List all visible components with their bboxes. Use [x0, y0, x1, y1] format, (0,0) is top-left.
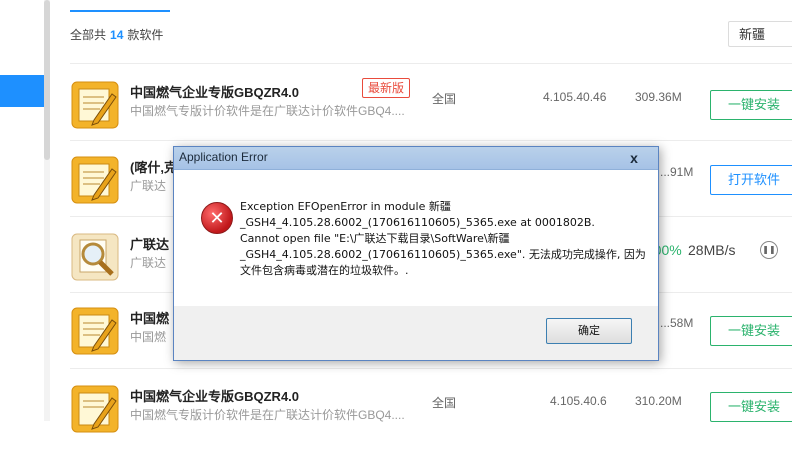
app-region: 全国: [432, 396, 457, 410]
app-size: 309.36M: [635, 90, 682, 104]
row-divider: [70, 368, 792, 369]
error-line: Exception EFOpenError in module 新疆: [240, 200, 451, 213]
pause-icon[interactable]: ❚❚: [760, 241, 778, 259]
download-speed: 28MB/s: [688, 242, 736, 258]
error-line: _GSH4_4.105.28.6002_(170616110605)_5365.…: [240, 248, 646, 261]
install-button[interactable]: 一键安装: [710, 90, 792, 120]
app-name[interactable]: 中国燃气企业专版GBQZR4.0: [130, 82, 299, 101]
scrollbar-thumb[interactable]: [44, 0, 50, 160]
install-button[interactable]: 一键安装: [710, 392, 792, 422]
app-description: 广联达: [130, 256, 167, 270]
app-description: 中国燃: [130, 330, 167, 344]
app-description: 中国燃气专版计价软件是在广联达计价软件GBQ4....: [130, 408, 405, 422]
active-tab-indicator: [70, 10, 170, 12]
sidebar-selected-item[interactable]: [0, 75, 44, 107]
row-divider: [70, 140, 792, 141]
app-name[interactable]: 广联达: [130, 234, 169, 253]
error-icon: ✕: [201, 202, 233, 234]
app-size: ...91M: [660, 165, 694, 179]
app-size: ...58M: [660, 316, 694, 330]
count-value: 14: [110, 28, 124, 42]
list-item: 中国燃气企业专版GBQZR4.0 中国燃气专版计价软件是在广联达计价软件GBQ4…: [70, 384, 792, 454]
error-line: 文件包含病毒或潜在的垃圾软件。.: [240, 264, 409, 277]
dialog-title: Application Error: [179, 150, 268, 164]
region-select[interactable]: 新疆: [728, 21, 792, 47]
error-line: Cannot open file "E:\广联达下载目录\SoftWare\新疆: [240, 232, 510, 245]
dialog-title-bar[interactable]: Application Error x: [174, 147, 658, 170]
app-description: 广联达: [130, 179, 167, 193]
app-size: 310.20M: [635, 394, 682, 408]
count-prefix: 全部共: [70, 28, 107, 42]
latest-version-badge: 最新版: [362, 78, 411, 98]
app-version: 4.105.40.46: [543, 90, 607, 104]
error-line: _GSH4_4.105.28.6002_(170616110605)_5365.…: [240, 216, 595, 229]
application-error-dialog: Application Error x ✕ Exception EFOpenEr…: [173, 146, 659, 361]
app-version: 4.105.40.6: [550, 394, 607, 408]
app-region: 全国: [432, 92, 457, 106]
notepad-pencil-icon: [71, 307, 119, 355]
app-description: 中国燃气专版计价软件是在广联达计价软件GBQ4....: [130, 104, 405, 118]
count-suffix: 款软件: [127, 28, 164, 42]
dialog-body: ✕ Exception EFOpenError in module 新疆 _GS…: [174, 170, 658, 306]
open-software-button[interactable]: 打开软件: [710, 165, 792, 195]
notepad-pencil-icon: [71, 385, 119, 433]
app-name[interactable]: (喀什,克: [130, 157, 177, 176]
notepad-pencil-icon: [71, 156, 119, 204]
notepad-pencil-icon: [71, 81, 119, 129]
error-message: Exception EFOpenError in module 新疆 _GSH4…: [240, 199, 646, 279]
left-sidebar: [0, 0, 44, 421]
app-name[interactable]: 中国燃: [130, 308, 169, 327]
install-button[interactable]: 一键安装: [710, 316, 792, 346]
row-divider: [70, 63, 792, 64]
ok-button[interactable]: 确定: [546, 318, 632, 344]
close-icon[interactable]: x: [616, 149, 652, 167]
app-name[interactable]: 中国燃气企业专版GBQZR4.0: [130, 386, 299, 405]
software-count: 全部共 14 款软件: [70, 26, 163, 43]
magnifier-document-icon: [71, 233, 119, 281]
